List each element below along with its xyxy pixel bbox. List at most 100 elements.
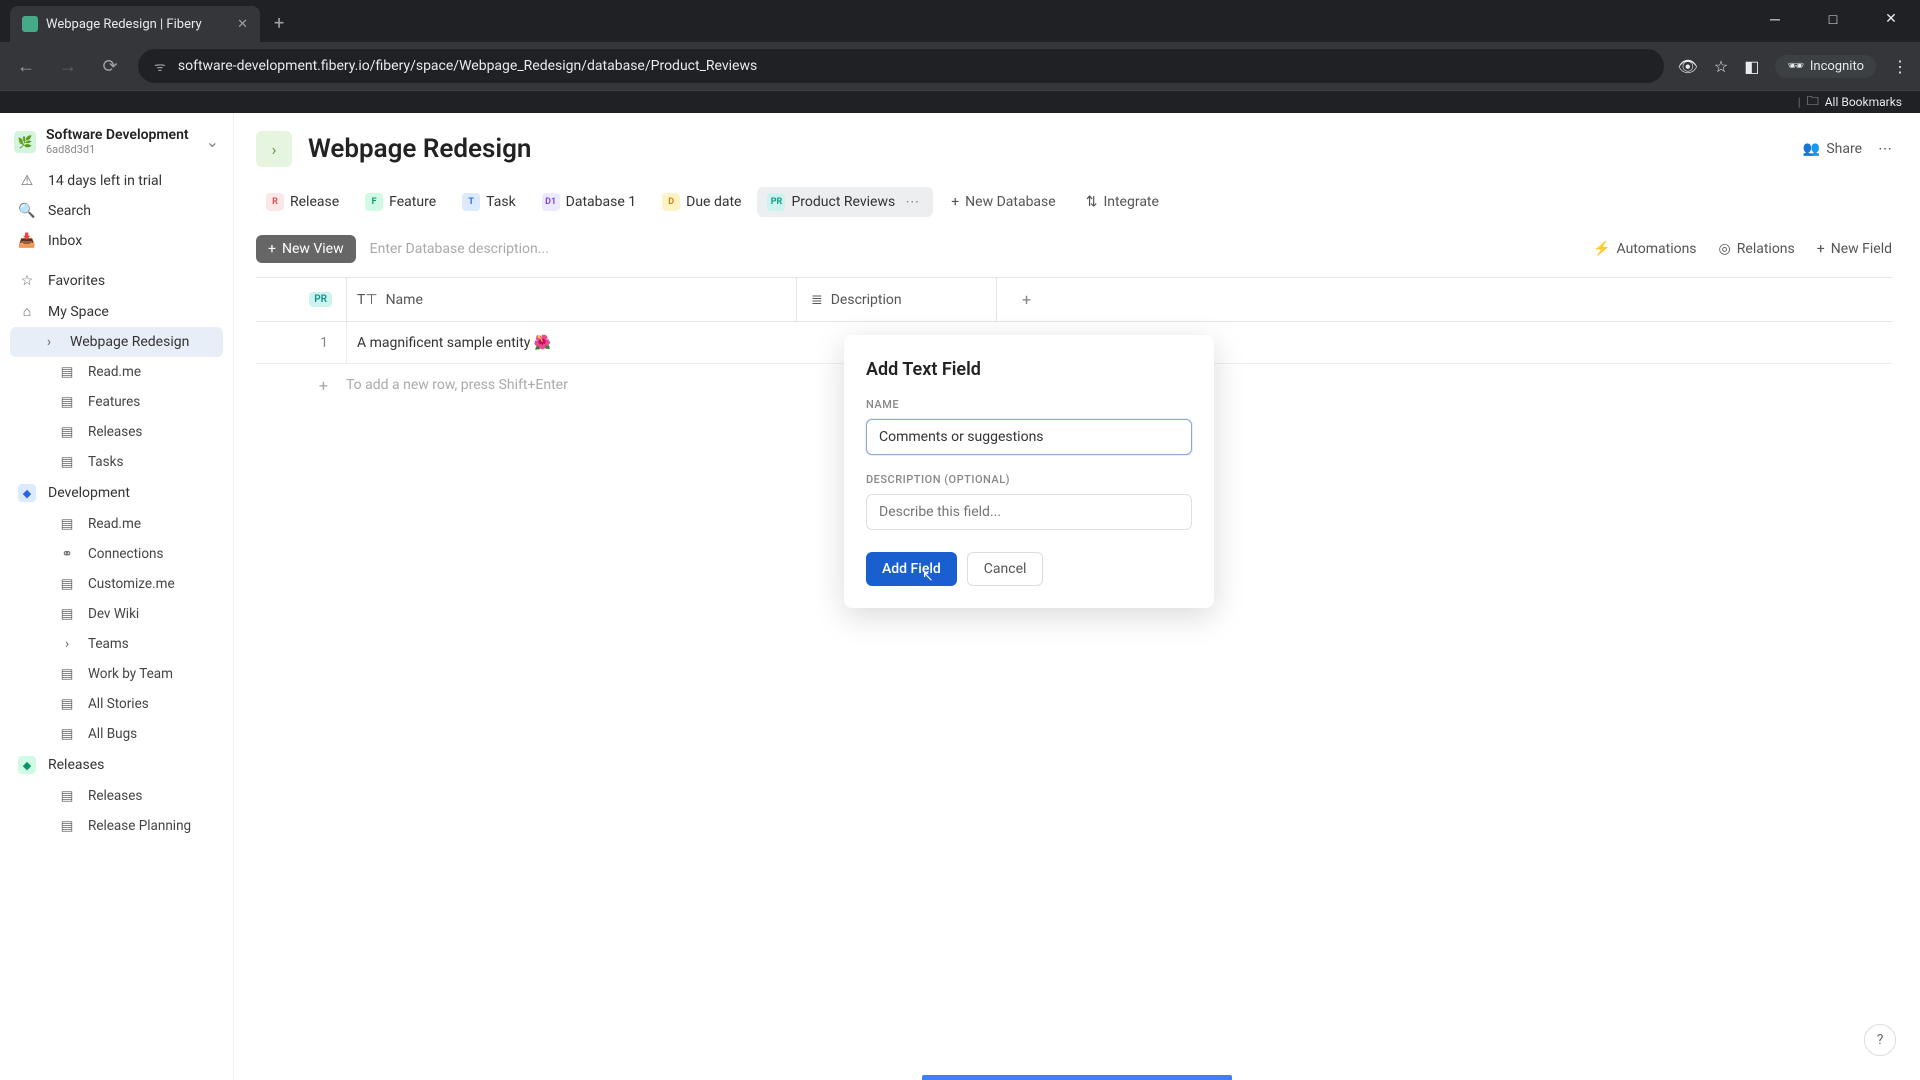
new-database-button[interactable]: +New Database <box>939 188 1067 216</box>
favicon-icon <box>22 16 38 32</box>
sidebar-section-releases[interactable]: ◆Releases <box>10 749 223 781</box>
more-menu-icon[interactable]: ⋯ <box>1878 141 1892 157</box>
tab-product-reviews[interactable]: PRProduct Reviews⋯ <box>757 187 933 217</box>
new-field-button[interactable]: +New Field <box>1817 241 1892 257</box>
sidebar-item-releases[interactable]: ▤Releases <box>10 417 223 447</box>
database-description-input[interactable]: Enter Database description... <box>370 241 549 257</box>
sidebar-item-customize[interactable]: ▤Customize.me <box>10 569 223 599</box>
maximize-button[interactable]: □ <box>1804 0 1862 38</box>
incognito-label: Incognito <box>1810 59 1864 74</box>
close-window-button[interactable]: ✕ <box>1862 0 1920 38</box>
doc-icon: ▤ <box>58 424 76 440</box>
folder-icon: 🗀 <box>1807 92 1819 113</box>
reload-button[interactable]: ⟳ <box>96 52 124 80</box>
tab-label: Due date <box>686 194 741 210</box>
browser-tab[interactable]: Webpage Redesign | Fibery ✕ <box>10 6 260 42</box>
search-nav[interactable]: 🔍 Search <box>10 196 223 226</box>
chevron-right-icon: › <box>58 636 76 652</box>
automations-button[interactable]: ⚡Automations <box>1593 241 1696 257</box>
column-label: Description <box>831 292 902 308</box>
column-name[interactable]: T⊤Name <box>346 278 796 321</box>
doc-icon: ▤ <box>58 606 76 622</box>
sidebar-item-tasks[interactable]: ▤Tasks <box>10 447 223 477</box>
sidebar-item-allbugs[interactable]: ▤All Bugs <box>10 719 223 749</box>
sidebar-item-features[interactable]: ▤Features <box>10 387 223 417</box>
address-bar: ← → ⟳ ᯤ software-development.fibery.io/f… <box>0 42 1920 90</box>
sidebar-item-label: Work by Team <box>88 666 173 682</box>
help-button[interactable]: ? <box>1864 1024 1896 1056</box>
tab-close-icon[interactable]: ✕ <box>237 17 248 32</box>
sidebar-item-connections[interactable]: ⚭Connections <box>10 539 223 569</box>
column-description[interactable]: ≣Description <box>796 278 996 321</box>
sidebar-item-readme[interactable]: ▤Read.me <box>10 357 223 387</box>
field-name-input[interactable] <box>866 419 1192 455</box>
relations-button[interactable]: ◎Relations <box>1719 241 1795 257</box>
all-bookmarks[interactable]: All Bookmarks <box>1825 95 1902 109</box>
tab-release[interactable]: RRelease <box>256 187 349 217</box>
bookmark-star-icon[interactable]: ☆ <box>1714 57 1728 76</box>
btn-label: Integrate <box>1103 194 1159 210</box>
browser-chrome: Webpage Redesign | Fibery ✕ + ─ □ ✕ ← → … <box>0 0 1920 113</box>
chevron-down-icon: ⌄ <box>206 132 219 151</box>
tab-due-date[interactable]: DDue date <box>652 187 751 217</box>
sidebar-item-devwiki[interactable]: ▤Dev Wiki <box>10 599 223 629</box>
row-badge-header: PR <box>256 292 346 307</box>
bolt-icon: ⚡ <box>1593 241 1610 257</box>
btn-label: New Database <box>965 194 1056 210</box>
share-button[interactable]: 👥Share <box>1803 141 1862 157</box>
workspace-switcher[interactable]: 🌿 Software Development 6ad8d3d1 ⌄ <box>10 127 223 166</box>
search-label: Search <box>48 203 91 219</box>
sidebar-item-workbyteam[interactable]: ▤Work by Team <box>10 659 223 689</box>
tab-database1[interactable]: D1 Database 1 <box>532 187 646 217</box>
inbox-nav[interactable]: 📥Inbox <box>10 226 223 256</box>
search-icon: 🔍 <box>18 203 36 219</box>
add-row-label: To add a new row, press Shift+Enter <box>346 377 568 393</box>
sidebar-item-label: Features <box>88 394 140 410</box>
url-text: software-development.fibery.io/fibery/sp… <box>178 58 757 74</box>
doc-icon: ▤ <box>58 818 76 834</box>
add-column-button[interactable]: + <box>996 278 1056 321</box>
tab-title: Webpage Redesign | Fibery <box>46 17 202 32</box>
tab-feature[interactable]: FFeature <box>355 187 446 217</box>
collapse-sidebar-button[interactable]: › <box>256 131 292 167</box>
new-tab-button[interactable]: + <box>260 5 298 42</box>
row-name-cell[interactable]: A magnificent sample entity 🌺 <box>346 322 796 363</box>
eye-off-icon[interactable]: 👁 <box>1678 57 1698 76</box>
sidebar-item-release-planning[interactable]: ▤Release Planning <box>10 811 223 841</box>
integrate-button[interactable]: ⇅ Integrate <box>1074 188 1171 216</box>
trial-notice[interactable]: ⚠14 days left in trial <box>10 166 223 196</box>
new-view-button[interactable]: +New View <box>256 235 356 263</box>
my-space-nav[interactable]: ⌂My Space <box>10 296 223 327</box>
badge-icon: D1 <box>542 193 560 211</box>
tab-label: Release <box>290 194 339 210</box>
sidebar-item-readme-dev[interactable]: ▤Read.me <box>10 509 223 539</box>
sidebar-item-teams[interactable]: ›Teams <box>10 629 223 659</box>
tab-more-icon[interactable]: ⋯ <box>901 194 923 210</box>
back-button[interactable]: ← <box>12 52 40 80</box>
sidebar-item-releases2[interactable]: ▤Releases <box>10 781 223 811</box>
text-icon: T⊤ <box>357 292 378 308</box>
side-panel-icon[interactable]: ◧ <box>1744 57 1759 76</box>
sidebar-section-development[interactable]: ◆Development <box>10 477 223 509</box>
favorites-nav[interactable]: ☆Favorites <box>10 266 223 296</box>
site-settings-icon[interactable]: ᯤ <box>154 57 166 75</box>
plus-icon: + <box>256 376 346 395</box>
sidebar-item-allstories[interactable]: ▤All Stories <box>10 689 223 719</box>
tab-task[interactable]: TTask <box>452 187 526 217</box>
add-field-button[interactable]: Add Field↖ <box>866 552 957 586</box>
sidebar-item-label: Tasks <box>88 454 123 470</box>
cancel-button[interactable]: Cancel <box>967 552 1044 586</box>
progress-bar <box>922 1075 1232 1080</box>
integrate-icon: ⇅ <box>1086 194 1098 210</box>
desc-label: DESCRIPTION (OPTIONAL) <box>866 473 1192 486</box>
forward-button[interactable]: → <box>54 52 82 80</box>
incognito-badge[interactable]: 🕶 Incognito <box>1775 55 1876 78</box>
field-description-input[interactable] <box>866 494 1192 530</box>
browser-menu-icon[interactable]: ⋮ <box>1892 57 1908 76</box>
sidebar-item-webpage-redesign[interactable]: ›Webpage Redesign <box>10 327 223 357</box>
star-icon: ☆ <box>18 273 36 289</box>
url-field[interactable]: ᯤ software-development.fibery.io/fibery/… <box>138 49 1664 83</box>
page-title: Webpage Redesign <box>308 134 531 164</box>
tab-label: Database 1 <box>566 194 636 210</box>
minimize-button[interactable]: ─ <box>1746 0 1804 38</box>
